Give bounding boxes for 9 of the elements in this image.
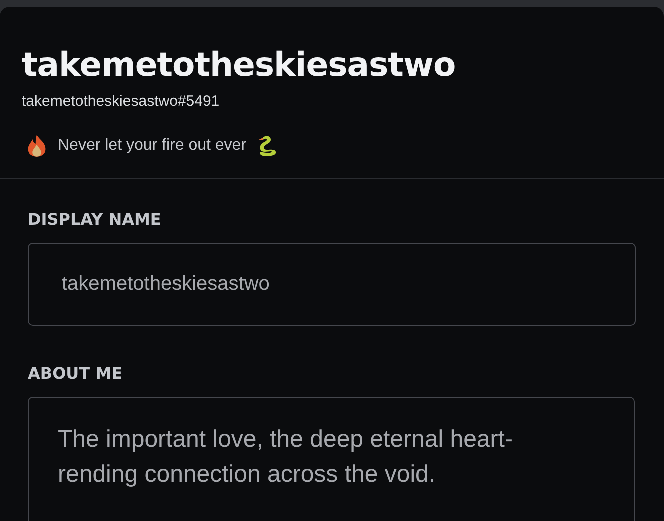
display-name-field[interactable]: takemetotheskiesastwo — [28, 243, 636, 326]
field-label: DISPLAY NAME — [28, 210, 162, 229]
snake-icon — [256, 134, 279, 158]
field-label: ABOUT ME — [28, 364, 124, 383]
fire-icon — [26, 134, 48, 158]
user-tag: takemetotheskiesastwo#5491 — [22, 93, 642, 110]
display-name: takemetotheskiesastwo — [22, 45, 457, 85]
status-text: Never let your fire out ever — [58, 137, 247, 155]
about-me-field[interactable]: The important love, the deep eternal heart-rending connection across the void. — [28, 397, 635, 521]
